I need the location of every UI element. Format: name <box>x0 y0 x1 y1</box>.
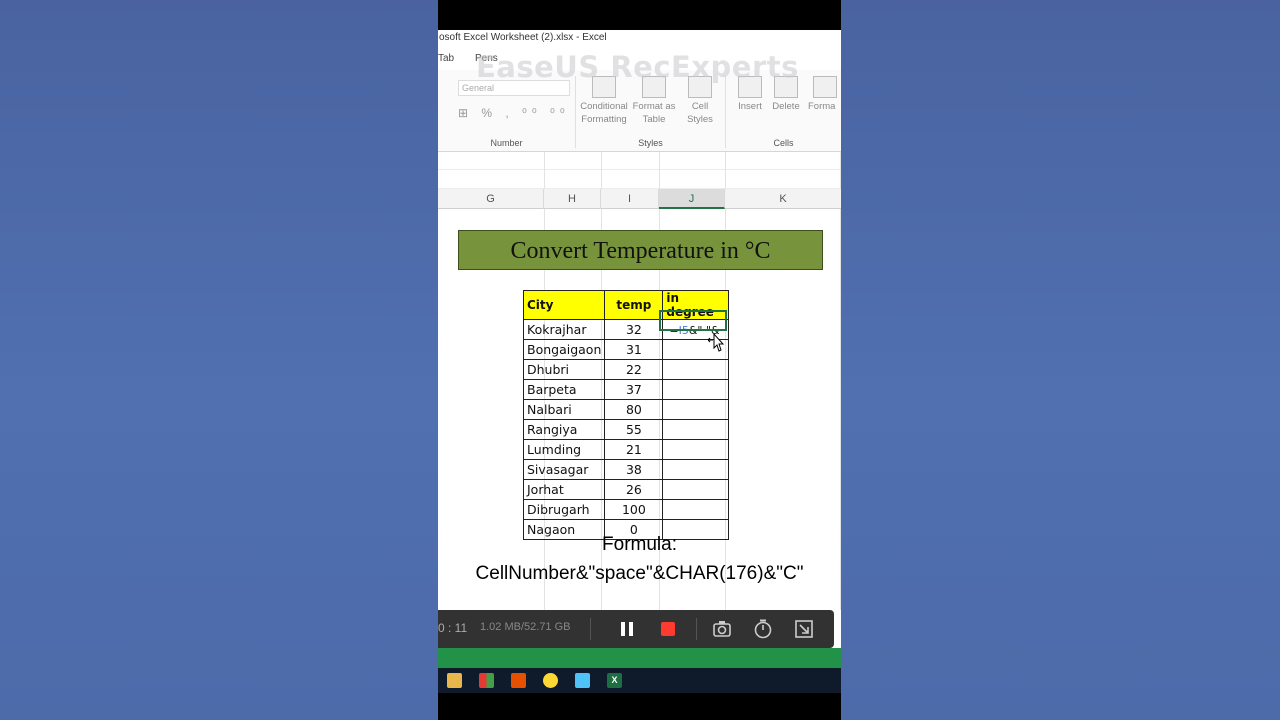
number-group-label: Number <box>490 138 523 148</box>
temp-cell[interactable]: 100 <box>604 499 664 520</box>
excel-taskbar-icon[interactable]: X <box>607 673 622 688</box>
recording-size: 1.02 MB/52.71 GB <box>480 621 571 633</box>
city-cell[interactable]: Kokrajhar <box>522 319 606 340</box>
temp-cell[interactable]: 80 <box>604 399 664 420</box>
temp-cell[interactable]: 55 <box>604 419 664 440</box>
chrome-icon[interactable] <box>543 673 558 688</box>
move-cursor-icon <box>708 332 725 352</box>
banner-title: Convert Temperature in °C <box>458 230 823 270</box>
worksheet-grid[interactable]: G H I J K Convert Temperature in °C City… <box>438 152 841 610</box>
degree-cell[interactable] <box>662 399 730 420</box>
column-headers: G H I J K <box>438 189 841 209</box>
table-row: Sivasagar 38 <box>522 459 730 480</box>
temp-cell[interactable]: 32 <box>604 319 664 340</box>
timer-icon[interactable] <box>752 618 774 640</box>
temp-cell[interactable]: 26 <box>604 479 664 500</box>
city-cell[interactable]: Jorhat <box>522 479 606 500</box>
temp-cell[interactable]: 31 <box>604 339 664 360</box>
format-button[interactable]: Forma <box>808 76 841 113</box>
degree-cell[interactable] <box>662 439 730 460</box>
recorder-watermark: EaseUS RecExperts <box>476 50 799 84</box>
city-cell[interactable]: Dhubri <box>522 359 606 380</box>
column-header-j[interactable]: J <box>659 189 725 209</box>
window-title: osoft Excel Worksheet (2).xlsx - Excel <box>438 30 841 48</box>
city-cell[interactable]: Lumding <box>522 439 606 460</box>
camera-icon[interactable] <box>711 618 733 640</box>
city-cell[interactable]: Barpeta <box>522 379 606 400</box>
table-row: Barpeta 37 <box>522 379 730 400</box>
bottom-black-bar <box>438 693 841 720</box>
recording-time: 0 : 11 <box>438 621 468 635</box>
table-row: Dibrugarh 100 <box>522 499 730 520</box>
degree-cell[interactable] <box>662 359 730 380</box>
monitor-icon[interactable] <box>575 673 590 688</box>
table-row: Dhubri 22 <box>522 359 730 380</box>
active-cell-outline <box>659 310 727 331</box>
recording-frame: osoft Excel Worksheet (2).xlsx - Excel T… <box>438 0 841 720</box>
city-cell[interactable]: Nalbari <box>522 399 606 420</box>
degree-cell[interactable] <box>662 459 730 480</box>
styles-group-label: Styles <box>638 138 663 148</box>
column-header-k[interactable]: K <box>725 189 841 209</box>
windows-store-icon[interactable] <box>479 673 494 688</box>
file-explorer-icon[interactable] <box>447 673 462 688</box>
column-header-h[interactable]: H <box>544 189 601 209</box>
city-cell[interactable]: Sivasagar <box>522 459 606 480</box>
temp-cell[interactable]: 37 <box>604 379 664 400</box>
cells-group-label: Cells <box>773 138 794 148</box>
column-header-g[interactable]: G <box>438 189 544 209</box>
status-strip <box>438 648 841 668</box>
degree-cell[interactable] <box>662 379 730 400</box>
taskbar: X <box>438 668 841 693</box>
city-cell[interactable]: Bongaigaon <box>522 339 606 360</box>
number-format-buttons[interactable]: ⊞ % , ⁰⁰ ⁰⁰ <box>458 106 570 120</box>
format-icon <box>812 76 837 98</box>
header-city[interactable]: City <box>522 290 606 320</box>
stop-record-icon[interactable] <box>657 618 679 640</box>
caption-line-2: CellNumber&"space"&CHAR(176)&"C" <box>475 563 804 584</box>
table-row: Nalbari 80 <box>522 399 730 420</box>
caption-line-1: Formula: <box>602 534 677 555</box>
header-temp[interactable]: temp <box>604 290 664 320</box>
temp-cell[interactable]: 21 <box>604 439 664 460</box>
pause-icon[interactable] <box>616 618 638 640</box>
column-header-i[interactable]: I <box>601 189 659 209</box>
degree-cell[interactable] <box>662 419 730 440</box>
city-cell[interactable]: Rangiya <box>522 419 606 440</box>
app-icon[interactable] <box>511 673 526 688</box>
degree-cell[interactable] <box>662 499 730 520</box>
minimize-icon[interactable] <box>793 618 815 640</box>
formula-caption: Formula: CellNumber&"space"&CHAR(176)&"C… <box>438 530 841 588</box>
table-row: Bongaigaon 31 <box>522 339 730 360</box>
table-row: Rangiya 55 <box>522 419 730 440</box>
tab-tab[interactable]: Tab <box>438 53 454 64</box>
table-row: Lumding 21 <box>522 439 730 460</box>
recorder-toolbar: 0 : 11 1.02 MB/52.71 GB <box>438 610 834 648</box>
top-black-bar <box>438 0 841 30</box>
temp-cell[interactable]: 38 <box>604 459 664 480</box>
temp-cell[interactable]: 22 <box>604 359 664 380</box>
table-row: Jorhat 26 <box>522 479 730 500</box>
city-cell[interactable]: Dibrugarh <box>522 499 606 520</box>
degree-cell[interactable] <box>662 479 730 500</box>
